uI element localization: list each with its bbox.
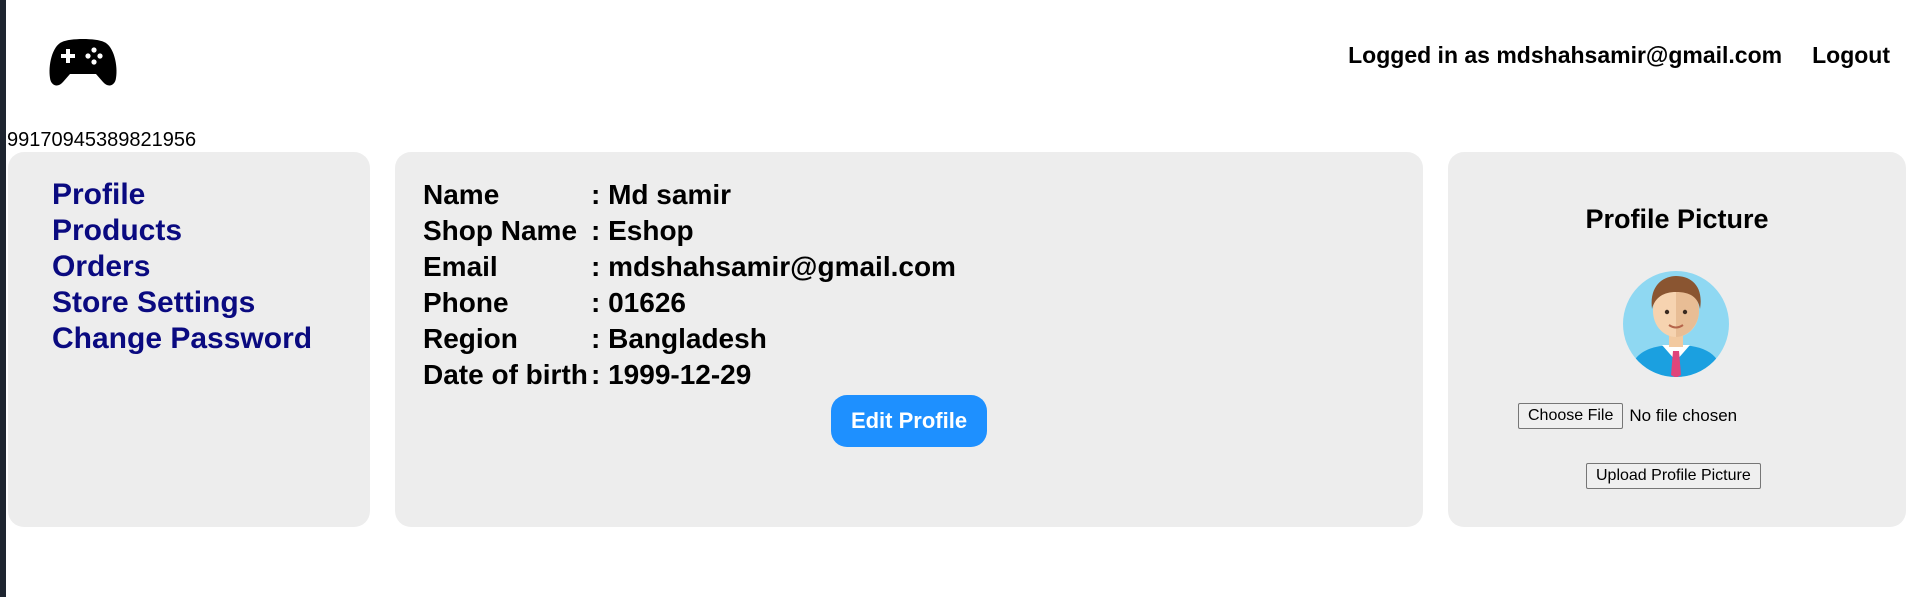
user-bar: Logged in as mdshahsamir@gmail.com Logou… — [1348, 42, 1890, 69]
sidebar-item-orders[interactable]: Orders — [52, 249, 312, 285]
field-value: : Bangladesh — [591, 323, 767, 354]
window-edge — [0, 0, 6, 597]
profile-row-shop-name: Shop Name : Eshop — [423, 213, 956, 249]
logged-in-text: Logged in as mdshahsamir@gmail.com — [1348, 42, 1783, 68]
profile-row-date-of-birth: Date of birth : 1999-12-29 — [423, 357, 956, 393]
logout-link[interactable]: Logout — [1812, 42, 1890, 69]
sidebar-item-change-password[interactable]: Change Password — [52, 321, 312, 357]
session-id-text: 99170945389821956 — [7, 129, 197, 151]
field-label: Shop Name — [423, 215, 578, 246]
field-label: Name — [423, 179, 500, 210]
sidebar-item-store-settings[interactable]: Store Settings — [52, 285, 312, 321]
file-input-row: Choose File No file chosen — [1518, 403, 1737, 429]
field-label: Date of birth — [423, 359, 588, 390]
gamepad-icon — [49, 39, 117, 86]
profile-row-email: Email : mdshahsamir@gmail.com — [423, 249, 956, 285]
field-value: : Md samir — [591, 179, 732, 210]
edit-profile-button[interactable]: Edit Profile — [831, 395, 987, 447]
field-label: Phone — [423, 287, 509, 318]
profile-row-phone: Phone : 01626 — [423, 285, 956, 321]
profile-picture-panel: Profile Picture Choose File No file chos… — [1448, 152, 1906, 527]
avatar-icon — [1623, 271, 1729, 377]
sidebar-panel: Profile Products Orders Store Settings C… — [8, 152, 370, 527]
file-status-text: No file chosen — [1629, 406, 1738, 425]
choose-file-button[interactable]: Choose File — [1518, 403, 1624, 429]
field-value: : Eshop — [591, 215, 694, 246]
field-label: Email — [423, 251, 498, 282]
profile-info-table: Name : Md samir Shop Name : Eshop Email … — [423, 177, 956, 393]
profile-row-name: Name : Md samir — [423, 177, 956, 213]
field-value: : mdshahsamir@gmail.com — [591, 251, 956, 282]
sidebar-nav: Profile Products Orders Store Settings C… — [52, 177, 312, 357]
profile-picture-title: Profile Picture — [1585, 204, 1769, 234]
upload-profile-picture-button[interactable]: Upload Profile Picture — [1586, 463, 1761, 489]
sidebar-item-products[interactable]: Products — [52, 213, 312, 249]
sidebar-item-profile[interactable]: Profile — [52, 177, 312, 213]
field-value: : 1999-12-29 — [591, 359, 752, 390]
profile-info-panel: Name : Md samir Shop Name : Eshop Email … — [395, 152, 1423, 527]
field-value: : 01626 — [591, 287, 686, 318]
field-label: Region — [423, 323, 518, 354]
profile-row-region: Region : Bangladesh — [423, 321, 956, 357]
